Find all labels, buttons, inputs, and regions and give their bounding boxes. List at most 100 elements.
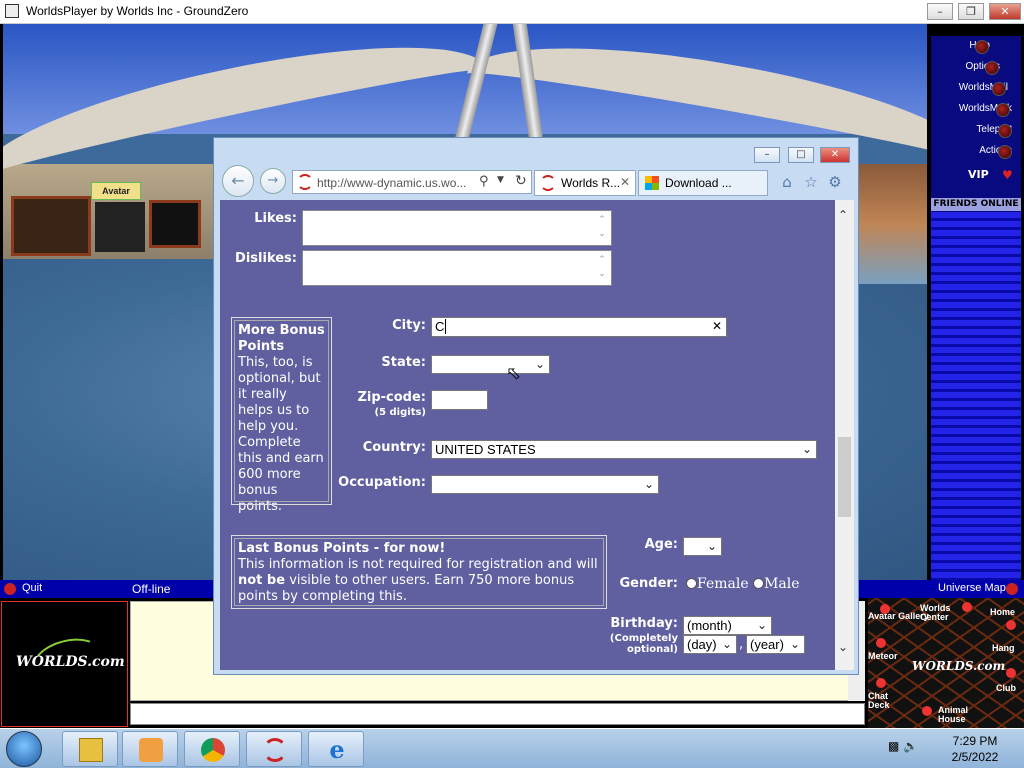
clear-icon[interactable]: ✕ xyxy=(712,319,722,333)
search-icon[interactable]: ⚲ xyxy=(479,174,489,189)
taskbar-media[interactable] xyxy=(122,731,178,767)
tab-worlds[interactable]: Worlds R... ✕ xyxy=(534,170,636,196)
actions-dot-icon[interactable] xyxy=(998,145,1012,159)
network-icon[interactable]: ▩ xyxy=(888,739,899,753)
start-button[interactable] xyxy=(6,731,42,767)
map-pin-icon[interactable] xyxy=(876,638,886,648)
browser-close-button[interactable]: ✕ xyxy=(820,147,850,163)
mouse-cursor-icon: ⬁ xyxy=(506,363,522,384)
map-pin-icon[interactable] xyxy=(880,604,890,614)
volume-icon[interactable]: 🔈 xyxy=(903,739,918,753)
map-label-worlds-center[interactable]: Worlds Center xyxy=(920,604,960,622)
app-title-bar: WorldsPlayer by Worlds Inc - GroundZero … xyxy=(0,0,1024,24)
map-pin-icon[interactable] xyxy=(1006,620,1016,630)
birthday-hint-line: (Completely xyxy=(609,633,678,644)
map-label-chat-deck[interactable]: Chat Deck xyxy=(868,692,898,710)
teleport-dot-icon[interactable] xyxy=(998,124,1012,138)
worldsmail-dot-icon[interactable] xyxy=(992,82,1006,96)
taskbar-worlds[interactable] xyxy=(246,731,302,767)
browser-minimize-button[interactable]: – xyxy=(754,147,780,163)
tab-download[interactable]: Download ... xyxy=(638,170,768,196)
clock-date: 2/5/2022 xyxy=(951,750,999,764)
refresh-icon[interactable]: ↻ xyxy=(515,173,527,189)
quit-icon[interactable] xyxy=(4,583,16,595)
city-label: City: xyxy=(392,318,426,333)
tray-icons[interactable]: ▩ 🔈 xyxy=(888,739,928,755)
tab-close-icon[interactable]: ✕ xyxy=(620,175,630,189)
close-button[interactable]: ✕ xyxy=(989,3,1021,20)
back-button[interactable]: ← xyxy=(222,165,254,197)
app-icon xyxy=(5,4,19,18)
map-label-club[interactable]: Club xyxy=(996,684,1016,693)
universe-map[interactable]: Avatar Gallery Worlds Center Home Hang M… xyxy=(868,598,1024,728)
taskbar: e ▩ 🔈 7:29 PM 2/5/2022 xyxy=(0,728,1024,768)
chevron-down-icon: ⌄ xyxy=(801,442,812,456)
worldsmark-dot-icon[interactable] xyxy=(996,103,1010,117)
vip-label[interactable]: VIP xyxy=(968,168,989,181)
birthday-hint-line: optional) xyxy=(627,644,678,655)
taskbar-explorer[interactable] xyxy=(62,731,118,767)
taskbar-ie[interactable]: e xyxy=(308,731,364,767)
textarea-scroll-icon[interactable]: ⌃ ⌄ xyxy=(595,213,609,241)
taskbar-chrome[interactable] xyxy=(184,731,240,767)
minimize-button[interactable]: – xyxy=(927,3,953,20)
options-dot-icon[interactable] xyxy=(985,61,999,75)
chevron-down-icon: ⌄ xyxy=(534,357,545,371)
folder-icon xyxy=(79,738,103,762)
home-icon[interactable]: ⌂ xyxy=(778,173,796,191)
dropdown-icon[interactable]: ▼ xyxy=(497,175,504,185)
page-content: Likes: ⌃ ⌄ Dislikes: ⌃ ⌄ More Bonus Points… xyxy=(220,200,835,670)
friends-list[interactable] xyxy=(931,212,1021,580)
day-select[interactable]: (day) ⌄ xyxy=(683,635,737,654)
map-label-hang[interactable]: Hang xyxy=(992,644,1015,653)
city-input[interactable]: C ✕ xyxy=(431,317,727,337)
clock[interactable]: 7:29 PM 2/5/2022 xyxy=(940,733,1010,765)
male-radio[interactable] xyxy=(753,578,765,589)
maximize-button[interactable]: ❐ xyxy=(958,3,984,20)
occupation-select[interactable]: ⌄ xyxy=(431,475,659,494)
page-scrollbar[interactable]: ⌃ ⌄ xyxy=(835,200,854,670)
chevron-down-icon: ⌄ xyxy=(756,618,767,632)
year-select[interactable]: (year) ⌄ xyxy=(746,635,805,654)
map-label-animal-house[interactable]: Animal House xyxy=(938,706,978,724)
chat-input[interactable] xyxy=(130,703,865,725)
chevron-down-icon: ⌄ xyxy=(721,637,732,651)
age-select[interactable]: ⌄ xyxy=(683,537,722,556)
universe-map-icon[interactable] xyxy=(1006,583,1018,595)
universe-map-label: Universe Map xyxy=(938,582,1006,594)
quit-button[interactable]: Quit xyxy=(22,582,42,594)
settings-gear-icon[interactable]: ⚙ xyxy=(826,173,844,191)
scroll-down-icon[interactable]: ⌄ xyxy=(838,640,848,654)
female-label[interactable]: Female xyxy=(697,576,749,592)
country-select[interactable]: UNITED STATES ⌄ xyxy=(431,440,817,459)
scroll-up-icon[interactable]: ⌃ xyxy=(838,208,848,222)
map-pin-icon[interactable] xyxy=(1006,668,1016,678)
chrome-icon xyxy=(201,738,225,762)
map-pin-icon[interactable] xyxy=(962,602,972,612)
url-text[interactable]: http://www-dynamic.us.wo... xyxy=(317,176,466,190)
textarea-scroll-icon[interactable]: ⌃ ⌄ xyxy=(595,253,609,281)
map-label-meteor[interactable]: Meteor xyxy=(868,652,898,661)
more-bonus-title: More Bonus Points xyxy=(238,323,325,354)
favorites-icon[interactable]: ☆ xyxy=(802,173,820,191)
address-bar[interactable]: http://www-dynamic.us.wo... ⚲ ▼ ↻ xyxy=(292,170,532,194)
last-bonus-text: This information is not required for reg… xyxy=(238,557,598,572)
help-dot-icon[interactable] xyxy=(975,40,989,54)
map-pin-icon[interactable] xyxy=(922,706,932,716)
scroll-thumb[interactable] xyxy=(838,437,851,517)
state-label: State: xyxy=(381,355,426,370)
browser-maximize-button[interactable]: □ xyxy=(788,147,814,163)
zip-input[interactable] xyxy=(431,390,488,410)
text-cursor xyxy=(445,319,447,334)
friends-online-header: FRIENDS ONLINE xyxy=(931,198,1021,211)
likes-textarea[interactable]: ⌃ ⌄ xyxy=(302,210,612,246)
dislikes-textarea[interactable]: ⌃ ⌄ xyxy=(302,250,612,286)
male-label[interactable]: Male xyxy=(764,576,799,592)
female-radio[interactable] xyxy=(686,578,697,589)
month-select[interactable]: (month) ⌄ xyxy=(683,616,772,635)
forward-button[interactable]: → xyxy=(260,168,286,194)
state-select[interactable]: ⌄ xyxy=(431,355,550,374)
map-pin-icon[interactable] xyxy=(876,678,886,688)
media-player-icon xyxy=(139,738,163,762)
map-label-home[interactable]: Home xyxy=(990,608,1015,617)
